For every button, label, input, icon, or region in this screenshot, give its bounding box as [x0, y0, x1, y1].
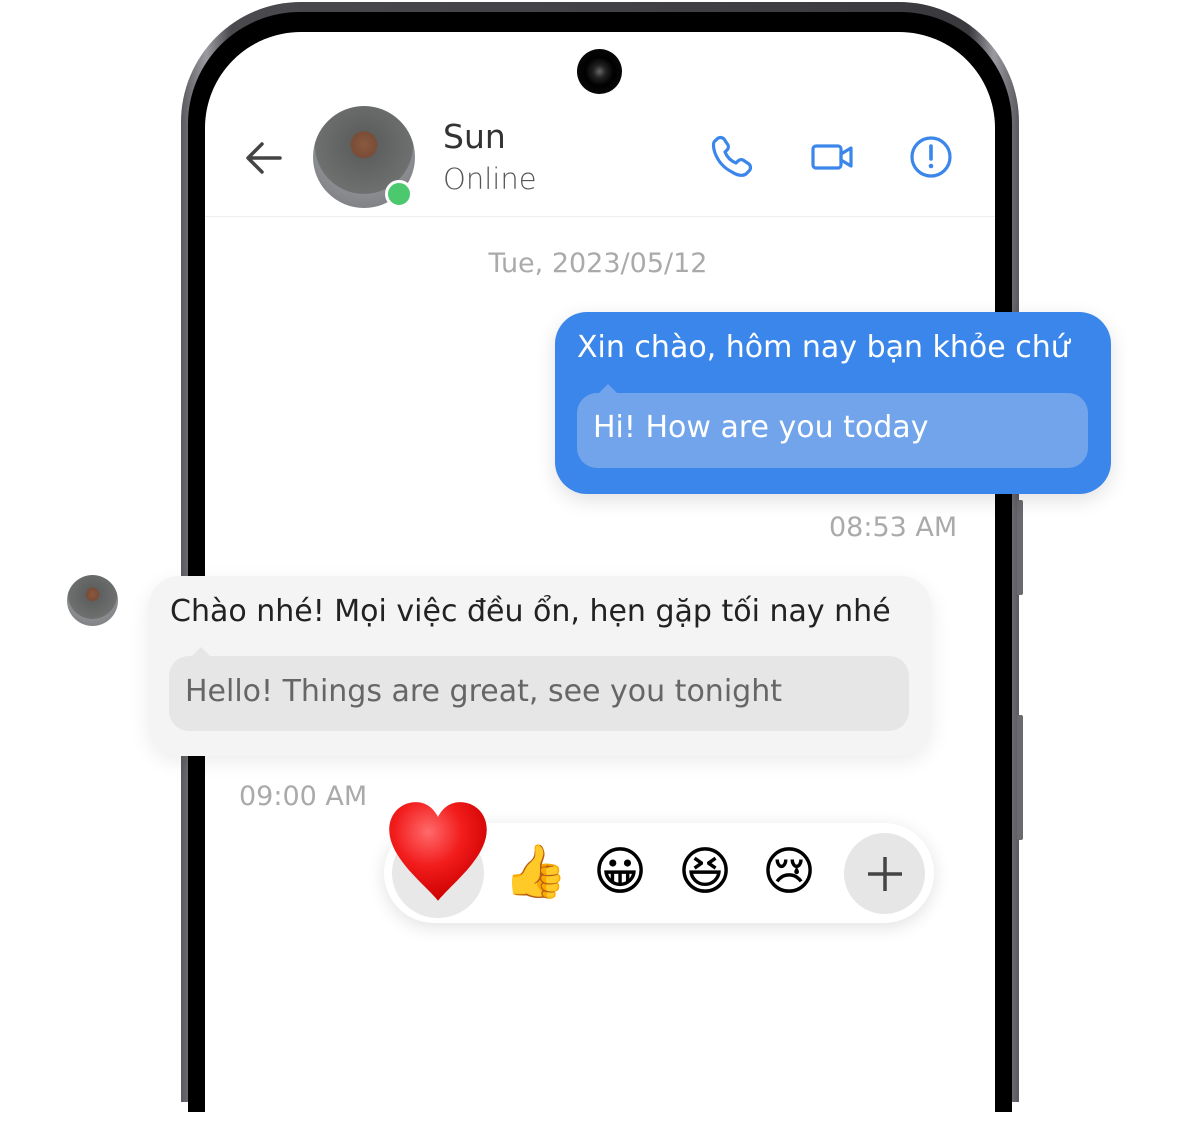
- translation-tail: [599, 384, 617, 393]
- contact-status: Online: [443, 162, 537, 196]
- front-camera: [577, 49, 622, 94]
- grinning-reaction-icon[interactable]: 😀: [588, 840, 652, 904]
- more-reactions-button[interactable]: [844, 833, 925, 914]
- back-arrow-icon[interactable]: [244, 138, 284, 178]
- message-time: 09:00 AM: [239, 781, 368, 812]
- laughing-reaction-icon[interactable]: 😆: [673, 840, 737, 904]
- side-button: [1017, 715, 1023, 840]
- header-divider: [205, 216, 995, 217]
- phone-icon[interactable]: [709, 133, 757, 181]
- plus-icon: [867, 856, 902, 891]
- sent-message-bubble[interactable]: Xin chào, hôm nay bạn khỏe chứ Hi! How a…: [555, 312, 1111, 494]
- message-translation: Hi! How are you today: [577, 393, 1088, 468]
- contact-name: Sun: [443, 117, 506, 156]
- message-time: 08:53 AM: [829, 512, 958, 543]
- side-button: [1017, 500, 1023, 595]
- video-icon[interactable]: [809, 133, 857, 181]
- info-icon[interactable]: [907, 133, 955, 181]
- thumbs-up-reaction-icon[interactable]: 👍: [503, 840, 568, 904]
- translation-tail: [192, 647, 210, 656]
- crying-reaction-icon[interactable]: 😢: [757, 840, 821, 904]
- received-message-bubble[interactable]: Chào nhé! Mọi việc đều ổn, hẹn gặp tối n…: [148, 576, 932, 756]
- message-text: Xin chào, hôm nay bạn khỏe chứ: [577, 330, 1070, 365]
- message-translation: Hello! Things are great, see you tonight: [169, 656, 909, 731]
- heart-reaction-icon[interactable]: [385, 800, 491, 906]
- date-separator: Tue, 2023/05/12: [488, 248, 708, 279]
- message-text: Chào nhé! Mọi việc đều ổn, hẹn gặp tối n…: [170, 594, 891, 629]
- online-indicator: [385, 180, 413, 208]
- sender-avatar: [67, 575, 118, 626]
